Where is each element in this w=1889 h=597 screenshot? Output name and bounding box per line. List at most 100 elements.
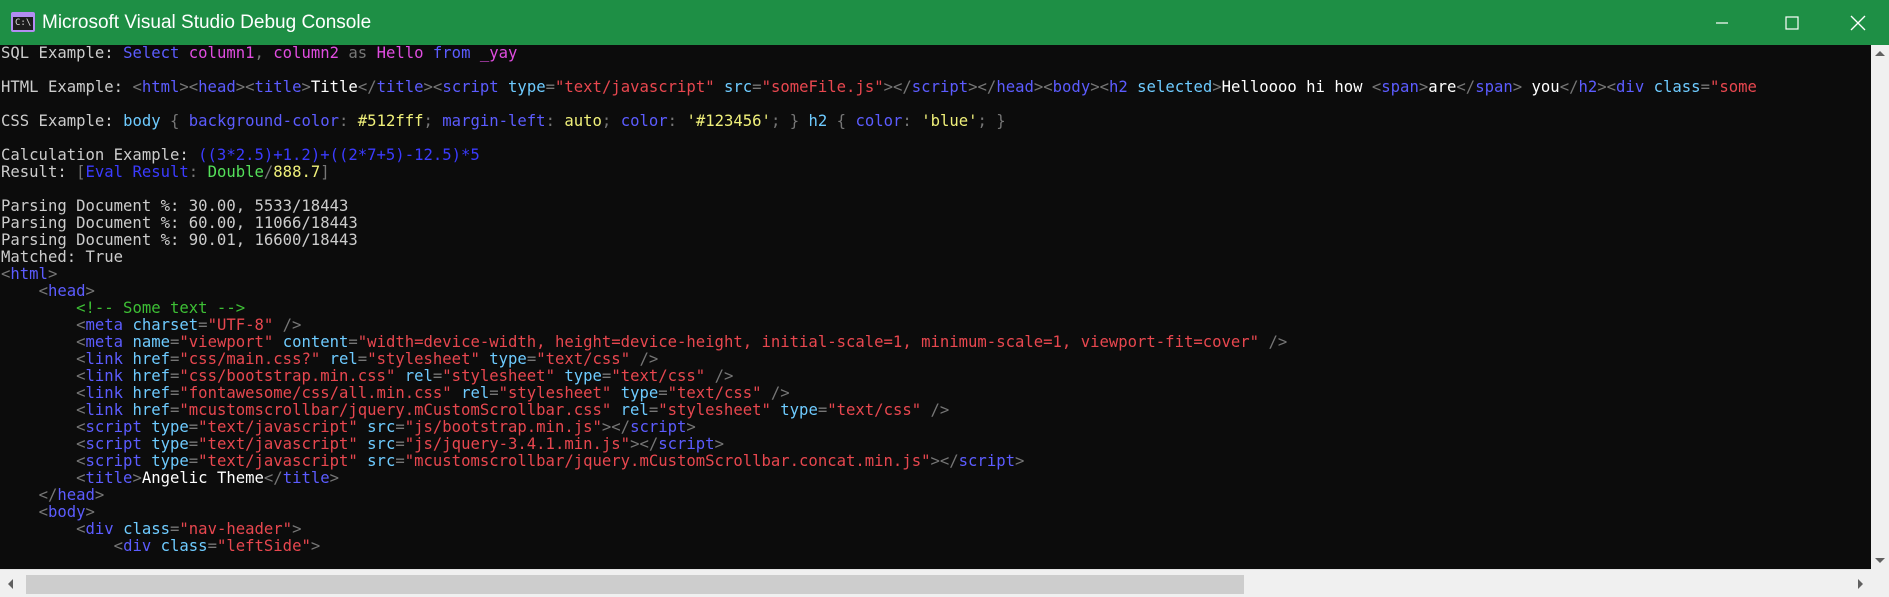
console-lines: SQL Example: Select column1, column2 as … [1, 45, 1757, 555]
console-token [1, 486, 39, 504]
console-line: SQL Example: Select column1, column2 as … [1, 45, 1757, 62]
console-line: Result: [Eval Result: Double/888.7] [1, 164, 1757, 181]
scroll-up-arrow-icon[interactable] [1875, 51, 1885, 56]
console-token: ; [601, 112, 621, 130]
vertical-scrollbar[interactable] [1871, 45, 1889, 569]
console-token: > [94, 486, 105, 504]
console-token: > [1015, 452, 1025, 470]
console-token: </ [38, 486, 58, 504]
console-line: <div class="leftSide"> [1, 538, 1757, 555]
console-token: < [38, 282, 48, 300]
scroll-right-arrow-icon[interactable] [1858, 579, 1863, 589]
console-token: script [442, 78, 509, 96]
console-token: html [10, 265, 48, 283]
console-token: class [160, 537, 208, 555]
console-token: = [1700, 78, 1710, 96]
console-token: head [57, 486, 95, 504]
console-token [1, 282, 39, 300]
console-token: = [170, 367, 180, 385]
title-bar[interactable]: C:\ Microsoft Visual Studio Debug Consol… [0, 0, 1889, 45]
console-token: script [85, 452, 152, 470]
console-token: /> [639, 350, 659, 368]
scroll-left-arrow-icon[interactable] [8, 579, 13, 589]
console-token: < [132, 78, 142, 96]
console-token: > [329, 469, 340, 487]
console-token: < [1371, 78, 1382, 96]
window-title: Microsoft Visual Studio Debug Console [42, 12, 372, 33]
console-token: ></ [968, 78, 997, 96]
scroll-down-arrow-icon[interactable] [1875, 558, 1885, 563]
console-token: column2 [273, 45, 349, 62]
console-token: rel [329, 350, 358, 368]
console-token: auto [564, 112, 602, 130]
maximize-button[interactable] [1757, 0, 1827, 45]
console-token: / [263, 163, 274, 181]
console-token: >< [423, 78, 443, 96]
console-token: span [1475, 78, 1513, 96]
console-token: name [132, 333, 171, 351]
console-token: = [817, 401, 828, 419]
console-token: "stylesheet" [498, 384, 621, 402]
console-token: = [357, 350, 368, 368]
console-line: </head> [1, 487, 1757, 504]
console-token: src [367, 418, 396, 436]
console-token: = [207, 537, 217, 555]
console-token: "mcustomscrollbar/jquery.mCustomScrollba… [404, 452, 931, 470]
console-token: "text/javascript" [198, 452, 368, 470]
horizontal-scroll-thumb[interactable] [26, 575, 1244, 594]
console-token: >< [1090, 78, 1109, 96]
console-token: Parsing Document %: 60.00, 11066/18443 [1, 214, 358, 232]
console-line: Calculation Example: ((3*2.5)+1.2)+((2*7… [1, 147, 1757, 164]
console-line: <link href="css/main.css?" rel="styleshe… [1, 351, 1757, 368]
console-token: script [911, 78, 969, 96]
console-line: Parsing Document %: 60.00, 11066/18443 [1, 215, 1757, 232]
console-token: = [545, 78, 555, 96]
console-token: > [686, 418, 696, 436]
console-token: link [85, 384, 133, 402]
console-token: = [432, 367, 443, 385]
console-token: = [601, 367, 612, 385]
console-token: as [348, 45, 377, 62]
console-token: > [47, 265, 58, 283]
console-token: > [301, 78, 311, 96]
console-output[interactable]: SQL Example: Select column1, column2 as … [0, 45, 1871, 569]
console-token: "text/css" [667, 384, 771, 402]
console-token: : [545, 112, 565, 130]
console-token: { [170, 112, 189, 130]
console-icon-glyph: C:\ [15, 18, 32, 28]
console-token: "text/css" [827, 401, 931, 419]
console-token: "text/javascript" [555, 78, 724, 96]
console-token [1, 452, 76, 470]
console-token: type [151, 435, 189, 453]
console-token: ((3*2.5)+1.2)+((2*7+5)-12.5)*5 [198, 146, 480, 164]
close-button[interactable] [1827, 0, 1889, 45]
console-token: HTML Example: [1, 78, 133, 96]
console-token: < [76, 435, 86, 453]
console-line: Matched: True [1, 249, 1757, 266]
console-line: <meta name="viewport" content="width=dev… [1, 334, 1757, 351]
console-token [1, 367, 76, 385]
console-token: background-color [188, 112, 340, 130]
minimize-button[interactable] [1687, 0, 1757, 45]
console-token: Select [123, 45, 189, 62]
console-token: = [170, 401, 180, 419]
minimize-icon [1716, 21, 1728, 24]
console-line: <div class="nav-header"> [1, 521, 1757, 538]
horizontal-scrollbar[interactable] [0, 569, 1871, 597]
console-token: head [198, 78, 236, 96]
console-token [1, 401, 76, 419]
console-token [1, 520, 76, 538]
console-token: "some [1709, 78, 1757, 96]
console-token [1, 503, 39, 521]
console-line: <link href="fontawesome/css/all.min.css"… [1, 385, 1757, 402]
console-token: "width=device-width, height=device-heigh… [357, 333, 1269, 351]
console-token: "nav-header" [179, 520, 293, 538]
console-token: = [198, 316, 208, 334]
console-token: /> [714, 367, 734, 385]
console-token: = [188, 418, 199, 436]
console-token: body [123, 112, 171, 130]
console-token: "leftSide" [216, 537, 311, 555]
close-icon [1850, 15, 1866, 30]
